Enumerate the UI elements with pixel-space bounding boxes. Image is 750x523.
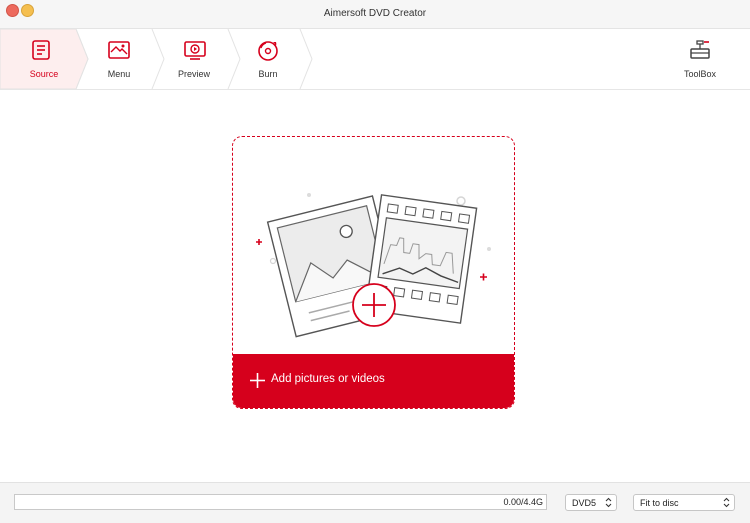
plus-icon: [250, 373, 265, 388]
disc-type-select[interactable]: DVD5: [565, 494, 617, 511]
tab-burn-label: Burn: [258, 69, 278, 79]
tab-preview-label: Preview: [177, 69, 210, 79]
preview-icon: [184, 41, 206, 60]
source-icon: [32, 40, 50, 60]
workflow-toolbar: Source Menu Preview Burn ToolBox: [0, 29, 750, 90]
toolbox-button[interactable]: ToolBox: [672, 29, 728, 89]
add-pictures-or-videos-button[interactable]: Add pictures or videos: [233, 354, 514, 408]
disc-capacity-bar: 0.00/4.4G: [14, 494, 547, 510]
window-title: Aimersoft DVD Creator: [323, 8, 427, 19]
menu-template-icon: [108, 41, 130, 59]
fit-mode-select[interactable]: Fit to disc: [633, 494, 735, 511]
toolbox-icon: [690, 40, 710, 59]
add-media-illustration: [256, 193, 491, 338]
toolbox-label: ToolBox: [683, 69, 717, 79]
tab-source-label: Source: [29, 69, 59, 79]
disc-capacity-value: 0.00/4.4G: [503, 497, 543, 507]
status-bar: 0.00/4.4G DVD5 Fit to disc: [0, 482, 750, 523]
disc-type-value: DVD5: [572, 498, 597, 508]
chevron-up-down-icon: [723, 497, 730, 508]
fit-mode-value: Fit to disc: [640, 498, 679, 508]
media-drop-zone[interactable]: Add pictures or videos: [232, 136, 515, 409]
add-pictures-or-videos-label: Add pictures or videos: [271, 373, 385, 385]
tab-menu-label: Menu: [107, 69, 131, 79]
chevron-up-down-icon: [605, 497, 612, 508]
tab-burn[interactable]: Burn: [228, 29, 318, 89]
burn-disc-icon: [258, 41, 278, 61]
title-bar: Aimersoft DVD Creator: [0, 0, 750, 29]
